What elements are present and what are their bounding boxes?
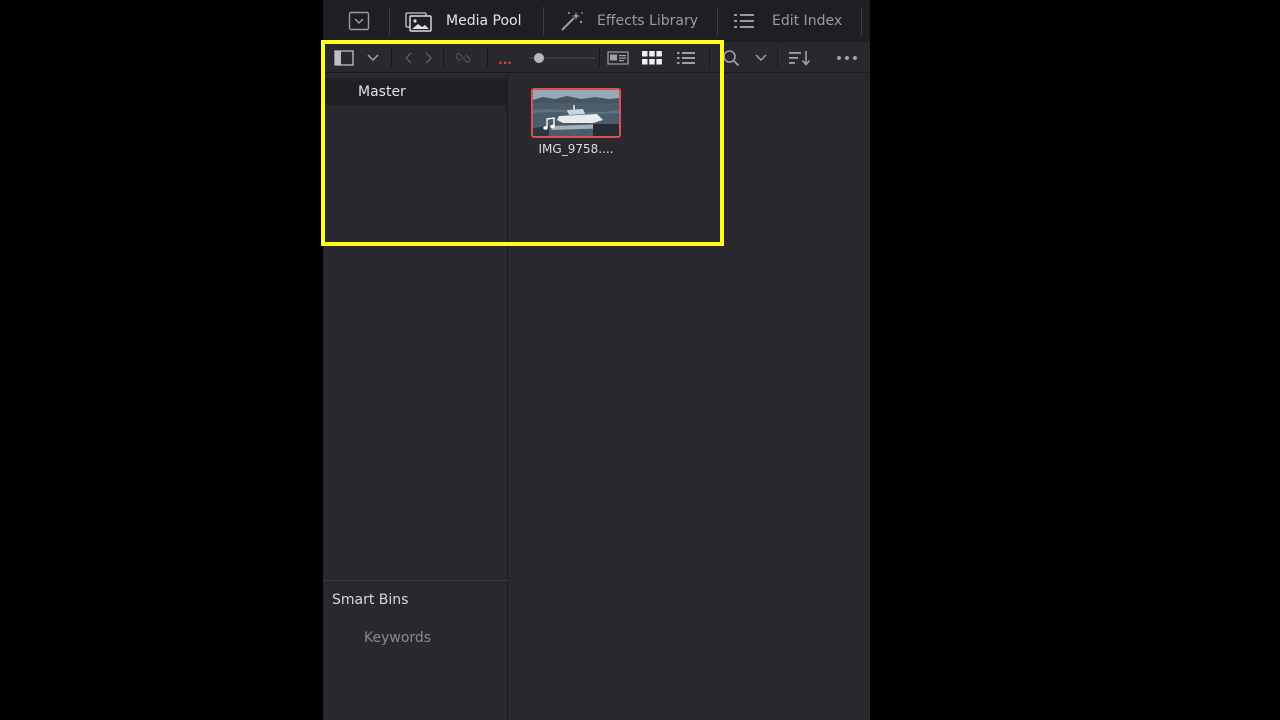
bin-item-master[interactable]: Master [323, 78, 508, 105]
search-icon [723, 49, 740, 66]
smart-bin-item-keywords[interactable]: Keywords [364, 630, 431, 646]
back-button[interactable] [399, 42, 417, 73]
bin-item-master-label: Master [358, 83, 406, 100]
chevron-left-icon [405, 52, 412, 63]
tab-effects-library-label: Effects Library [597, 13, 698, 29]
tab-media-pool[interactable]: Media Pool [405, 0, 521, 42]
media-pool-toolbar: ... [323, 42, 870, 73]
tab-media-pool-label: Media Pool [446, 13, 522, 29]
sidebar-toggle-icon [334, 49, 354, 66]
chevron-right-icon [425, 52, 432, 63]
chevron-down-icon [755, 53, 767, 61]
unlink-icon [455, 52, 471, 63]
panel-menu-button[interactable] [347, 0, 371, 42]
bin-options-dropdown[interactable] [363, 42, 383, 73]
clip-name: IMG_9758.... [538, 142, 614, 156]
list-icon [734, 14, 754, 28]
bin-list: Master Smart Bins Keywords [323, 74, 508, 720]
thumbnail-view-button[interactable] [639, 42, 665, 73]
panel-tab-bar: Media Pool Effects Library Edit Index [323, 0, 870, 42]
sort-icon [789, 50, 811, 66]
magic-wand-icon [561, 12, 583, 31]
smart-bins-divider [323, 580, 508, 581]
list-view-button[interactable] [673, 42, 699, 73]
more-horizontal-icon [837, 55, 857, 60]
more-options-button[interactable] [833, 42, 861, 73]
tab-edit-index-label: Edit Index [772, 13, 843, 29]
forward-button[interactable] [420, 42, 438, 73]
search-options-dropdown[interactable] [751, 42, 771, 73]
toggle-bin-list-button[interactable] [331, 42, 357, 73]
sort-button[interactable] [787, 42, 813, 73]
clip-browser: IMG_9758.... [509, 74, 870, 720]
tab-edit-index[interactable]: Edit Index [733, 0, 842, 42]
grid-icon [642, 50, 662, 64]
slider-track [529, 52, 595, 63]
thumbnail-size-slider[interactable] [529, 42, 595, 73]
chevron-down-icon [367, 53, 379, 61]
audio-note-icon [543, 117, 555, 130]
list-view-icon [677, 51, 695, 64]
search-button[interactable] [719, 42, 743, 73]
media-pool-icon [405, 12, 432, 32]
tab-effects-library[interactable]: Effects Library [559, 0, 698, 42]
unlink-button[interactable] [451, 42, 477, 73]
media-pool-panel: Media Pool Effects Library Edit Index ..… [323, 0, 870, 720]
clip-thumbnail[interactable] [531, 88, 621, 138]
chevron-down-box-icon [348, 11, 370, 31]
metadata-view-icon [607, 50, 629, 65]
more-indicator-text: ... [498, 53, 512, 67]
metadata-view-button[interactable] [605, 42, 631, 73]
more-indicator[interactable]: ... [493, 42, 517, 73]
smart-bins-header[interactable]: Smart Bins [332, 592, 408, 608]
